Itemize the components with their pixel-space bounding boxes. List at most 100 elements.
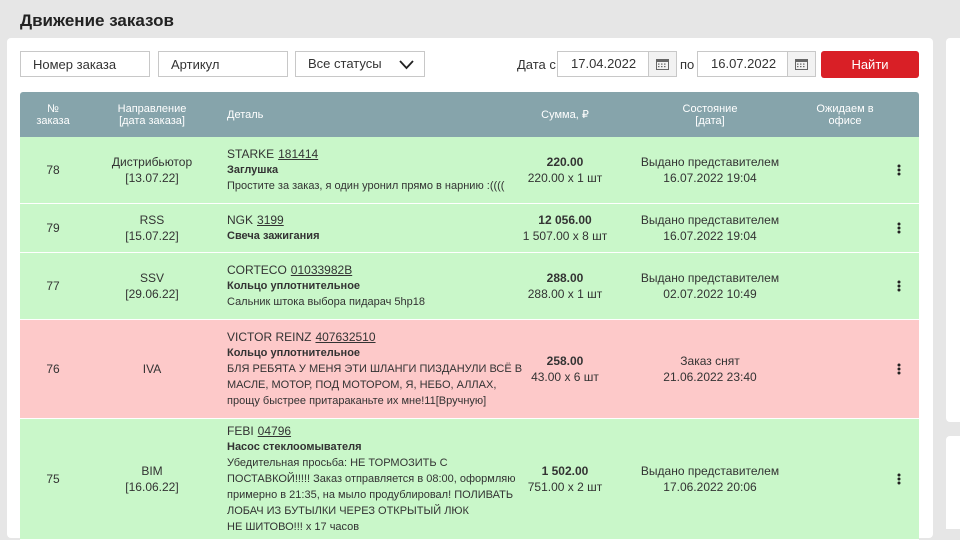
detail-name: Свеча зажигания (227, 230, 320, 242)
detail-article-link[interactable]: 181414 (278, 147, 318, 161)
detail-article-link[interactable]: 407632510 (315, 330, 375, 344)
sum-total: 12 056.00 (538, 213, 592, 227)
order-detail: FEBI 04796 Насос стеклоомывателя Убедител… (227, 419, 527, 539)
direction-name: SSV (139, 271, 164, 285)
order-state: Выдано представителем 16.07.2022 19:04 (630, 137, 790, 203)
detail-brand: FEBI (227, 424, 254, 438)
date-to-value: 16.07.2022 (711, 56, 777, 71)
sum-total: 288.00 (546, 271, 584, 285)
header-direction: Направление [дата заказа] (117, 102, 187, 127)
order-detail: CORTECO 01033982B Кольцо уплотнительное С… (227, 253, 527, 319)
detail-name: Кольцо уплотнительное (227, 280, 361, 292)
header-expected: Ожидаем в офисе (816, 102, 874, 127)
orders-card: Все статусы Дата с 17.04.2022 по 16.07.2… (7, 38, 933, 540)
order-sum: 220.00 220.00 x 1 шт (520, 137, 610, 203)
state-date: 16.07.2022 19:04 (663, 229, 757, 243)
date-to-field[interactable]: 16.07.2022 (697, 51, 816, 77)
detail-note-line: ЛОБАЧ ИЗ БУТЫЛКИ ЧЕРЕЗ ОТКРЫТЫЙ ЛЮК (227, 505, 469, 517)
detail-note: БЛЯ РЕБЯТА У МЕНЯ ЭТИ ШЛАНГИ ПИЗДАНУЛИ В… (227, 361, 527, 409)
detail-brand-line: VICTOR REINZ 407632510 (227, 329, 527, 345)
header-state: Состояние [дата] (682, 102, 738, 127)
order-number: 76 (46, 362, 60, 376)
order-detail: VICTOR REINZ 407632510 Кольцо уплотнитель… (227, 320, 527, 418)
status-select[interactable]: Все статусы (295, 51, 425, 77)
detail-name: Заглушка (227, 164, 279, 176)
order-state: Выдано представителем 17.06.2022 20:06 (630, 419, 790, 539)
state-date: 21.06.2022 23:40 (663, 370, 757, 384)
order-date: [16.06.22] (125, 480, 179, 494)
header-number: № заказа (36, 102, 70, 127)
sum-detail: 220.00 x 1 шт (527, 171, 603, 185)
calendar-icon[interactable] (787, 52, 815, 76)
filters-bar: Все статусы Дата с 17.04.2022 по 16.07.2… (7, 38, 933, 92)
order-direction: RSS [15.07.22] (98, 204, 206, 252)
table-row[interactable]: 75 BIM [16.06.22] FEBI 04796 Насос стеклоо… (20, 419, 919, 540)
direction-name: Дистрибьютор (111, 155, 193, 169)
direction-name: IVA (142, 362, 162, 376)
order-state: Заказ снят 21.06.2022 23:40 (630, 320, 790, 418)
detail-note-line: НЕ ШИТОВО!!! x 17 часов (227, 521, 360, 533)
detail-note-line: Простите за заказ, я один уронил прямо в… (227, 180, 505, 192)
detail-article-link[interactable]: 04796 (258, 424, 291, 438)
state-text: Выдано представителем (640, 271, 780, 285)
header-sum: Сумма, ₽ (541, 108, 589, 121)
state-text: Выдано представителем (640, 155, 780, 169)
sum-detail: 1 507.00 x 8 шт (522, 229, 608, 243)
table-body: 78 Дистрибьютор [13.07.22] STARKE 181414 З… (20, 137, 919, 540)
sum-total: 220.00 (546, 155, 584, 169)
orders-table: № заказа Направление [дата заказа] Деталь … (20, 92, 919, 540)
detail-article-link[interactable]: 3199 (257, 213, 284, 227)
status-select-value: Все статусы (308, 56, 382, 71)
article-input[interactable] (158, 51, 288, 77)
kebab-menu-icon[interactable] (892, 253, 906, 319)
order-detail: NGK 3199 Свеча зажигания (227, 204, 527, 252)
date-to-label: по (680, 57, 695, 72)
detail-article-link[interactable]: 01033982B (291, 263, 352, 277)
detail-brand: CORTECO (227, 263, 287, 277)
find-button[interactable]: Найти (821, 51, 919, 78)
state-text: Выдано представителем (640, 213, 780, 227)
order-state: Выдано представителем 16.07.2022 19:04 (630, 204, 790, 252)
state-date: 17.06.2022 20:06 (663, 480, 757, 494)
page-title: Движение заказов (20, 11, 174, 30)
order-date: [29.06.22] (125, 287, 179, 301)
table-row[interactable]: 77 SSV [29.06.22] CORTECO 01033982B Кольцо… (20, 253, 919, 320)
order-date: [15.07.22] (125, 229, 179, 243)
detail-brand: STARKE (227, 147, 275, 161)
table-row[interactable]: 78 Дистрибьютор [13.07.22] STARKE 181414 З… (20, 137, 919, 204)
direction-name: BIM (141, 464, 163, 478)
table-row[interactable]: 76 IVA VICTOR REINZ 407632510 Кольцо упло… (20, 320, 919, 419)
header-detail: Деталь (227, 108, 264, 121)
detail-brand-line: FEBI 04796 (227, 423, 527, 439)
kebab-menu-icon[interactable] (892, 419, 906, 539)
kebab-menu-icon[interactable] (892, 204, 906, 252)
date-from-field[interactable]: 17.04.2022 (557, 51, 677, 77)
detail-note-line: Сальник штока выбора пидарач 5hp18 (227, 296, 425, 308)
order-direction: Дистрибьютор [13.07.22] (98, 137, 206, 203)
date-from-label: Дата с (517, 57, 556, 72)
kebab-menu-icon[interactable] (892, 137, 906, 203)
order-direction: IVA (98, 320, 206, 418)
order-direction: SSV [29.06.22] (98, 253, 206, 319)
detail-brand: VICTOR REINZ (227, 330, 312, 344)
table-header: № заказа Направление [дата заказа] Деталь … (20, 92, 919, 137)
detail-note-line: примерно в 21:35, на мыло продублировал!… (227, 489, 514, 501)
side-panel (946, 38, 960, 422)
detail-note: Простите за заказ, я один уронил прямо в… (227, 178, 527, 194)
kebab-menu-icon[interactable] (892, 320, 906, 418)
detail-brand-line: CORTECO 01033982B (227, 262, 527, 278)
order-number-input[interactable] (20, 51, 150, 77)
sum-detail: 288.00 x 1 шт (527, 287, 603, 301)
detail-brand: NGK (227, 213, 254, 227)
calendar-icon[interactable] (648, 52, 676, 76)
order-date: [13.07.22] (125, 171, 179, 185)
state-date: 16.07.2022 19:04 (663, 171, 757, 185)
chevron-down-icon (399, 60, 414, 70)
table-row[interactable]: 79 RSS [15.07.22] NGK 3199 Свеча зажигания… (20, 204, 919, 253)
detail-note: Убедительная просьба: НЕ ТОРМОЗИТЬ С ПОСТ… (227, 455, 527, 535)
detail-note-line: МАСЛЕ, МОТОР, ПОД МОТОРОМ, Я, НЕБО, АЛЛА… (227, 379, 497, 391)
sum-detail: 43.00 x 6 шт (531, 370, 599, 384)
detail-brand-line: NGK 3199 (227, 212, 527, 228)
detail-name: Кольцо уплотнительное (227, 347, 361, 359)
state-text: Заказ снят (680, 354, 740, 368)
